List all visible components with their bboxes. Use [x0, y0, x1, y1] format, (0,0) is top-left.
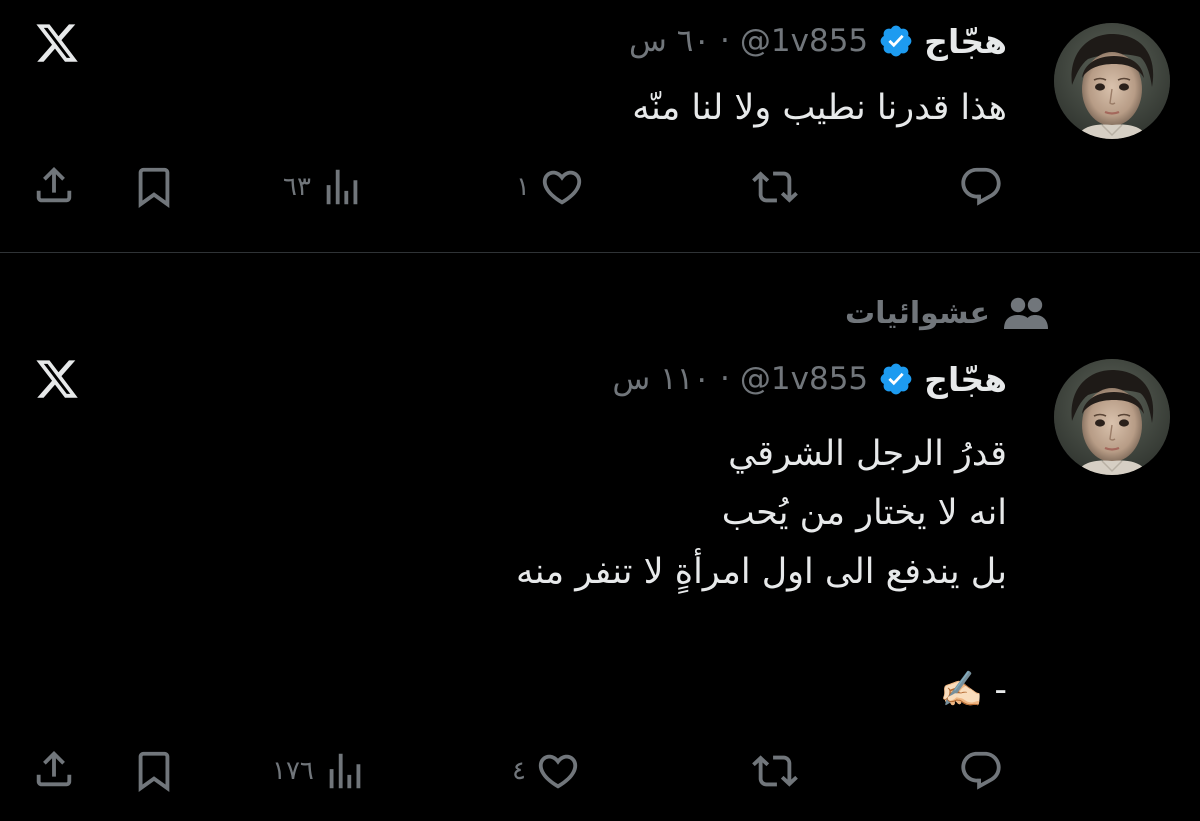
views-icon [326, 169, 358, 205]
share-button[interactable] [31, 746, 77, 792]
tweet-timestamp[interactable]: ٦٠ س [629, 23, 710, 59]
reply-button[interactable] [958, 164, 1012, 210]
bookmark-button[interactable] [131, 164, 177, 210]
tweet-text: هذا قدرنا نطيب ولا لنا منّه [632, 79, 1007, 138]
retweet-button[interactable] [750, 748, 808, 794]
views-icon [329, 753, 361, 789]
x-logo-icon[interactable] [33, 20, 81, 66]
tweet[interactable]: عشوائيات هجّاج @1v855 · ١١٠ س قدرُ الرجل… [0, 253, 1200, 821]
x-logo-icon[interactable] [33, 356, 81, 402]
tweet-text-line: هذا قدرنا نطيب ولا لنا منّه [632, 88, 1007, 128]
reply-icon [961, 751, 1001, 790]
author-handle[interactable]: @1v855 [740, 361, 868, 397]
author-name[interactable]: هجّاج [924, 22, 1007, 61]
tweet-timestamp[interactable]: ١١٠ س [612, 361, 710, 397]
views-count: ١٧٦ [272, 756, 314, 786]
views-button[interactable]: ١٧٦ [272, 748, 368, 794]
like-icon [538, 754, 578, 789]
retweet-icon [752, 171, 798, 203]
bookmark-icon [138, 751, 170, 792]
tweet[interactable]: هجّاج @1v855 · ٦٠ س هذا قدرنا نطيب ولا ل… [0, 0, 1200, 252]
bookmark-icon [138, 167, 170, 208]
like-button[interactable]: ١ [516, 164, 586, 210]
community-context[interactable]: عشوائيات [845, 295, 1050, 331]
tweet-header: هجّاج @1v855 · ٦٠ س [629, 19, 1007, 63]
community-label[interactable]: عشوائيات [845, 296, 990, 331]
reply-button[interactable] [958, 748, 1012, 794]
reply-icon [961, 167, 1001, 206]
retweet-icon [752, 755, 798, 787]
verified-badge-icon [880, 363, 912, 395]
views-button[interactable]: ٦٣ [283, 164, 365, 210]
views-count: ٦٣ [283, 172, 311, 202]
tweet-text-line: - ✍🏻 [939, 670, 1007, 710]
tweet-text-line [516, 602, 1007, 661]
tweet-text-line: بل يندفع الى اول امرأةٍ لا تنفر منه [516, 552, 1007, 592]
author-avatar[interactable] [1054, 23, 1170, 139]
tweet-header: هجّاج @1v855 · ١١٠ س [612, 357, 1007, 401]
separator-dot: · [720, 23, 730, 59]
like-button[interactable]: ٤ [512, 748, 582, 794]
portrait-avatar-icon [1054, 23, 1170, 139]
community-icon [1004, 297, 1048, 329]
retweet-button[interactable] [750, 164, 808, 210]
portrait-avatar-icon [1054, 359, 1170, 475]
tweet-text: قدرُ الرجل الشرقي انه لا يختار من يُحب ب… [516, 425, 1007, 720]
author-name[interactable]: هجّاج [924, 360, 1007, 399]
share-icon [36, 750, 72, 787]
bookmark-button[interactable] [131, 748, 177, 794]
tweet-text-line: انه لا يختار من يُحب [721, 493, 1007, 533]
author-handle[interactable]: @1v855 [740, 23, 868, 59]
share-icon [36, 166, 72, 203]
separator-dot: · [720, 361, 730, 397]
tweet-text-line: قدرُ الرجل الشرقي [728, 434, 1007, 474]
verified-badge-icon [880, 25, 912, 57]
author-avatar[interactable] [1054, 359, 1170, 475]
like-count: ١ [516, 172, 530, 202]
share-button[interactable] [31, 162, 77, 208]
like-count: ٤ [512, 756, 526, 786]
like-icon [542, 170, 582, 205]
